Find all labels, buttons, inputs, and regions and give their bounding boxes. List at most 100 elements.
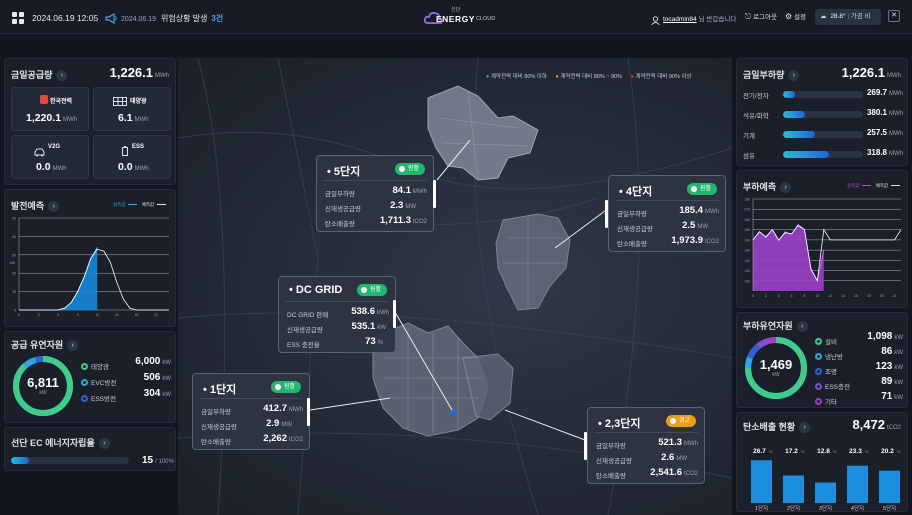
chevron-right-icon: › [56, 70, 68, 81]
self-rate-unit: / 100% [155, 459, 174, 465]
alert-date: 2024.06.19 [121, 16, 157, 23]
load-bar-fill [783, 91, 795, 98]
solar-panel-icon [113, 94, 127, 106]
list-item: 기타 71 kW [815, 391, 903, 406]
divider [594, 432, 698, 433]
x-tick-label: 18 [867, 294, 871, 298]
load-resources-panel: 부하유연자원 › 1,469 kW 설비 1,098 kW 냉난방 86 kW 조명 123… [736, 312, 908, 408]
carbon-bar [847, 465, 868, 503]
y-tick-label: 110 [744, 269, 750, 273]
weather-widget: ☁ 28.8° | 가끔 비 [815, 9, 881, 25]
row-value: 1,973.9 tCO2 [671, 235, 719, 246]
bar-value-label: 26.7 [753, 448, 766, 455]
resource-value-text: 89 [881, 376, 893, 387]
settings-button[interactable]: ⚙ 설정 [785, 11, 806, 21]
load-bar-fill [783, 111, 806, 118]
supply-card-ess[interactable]: ESS 0.0 MWh [93, 135, 171, 179]
bar-value-label: 20.2 [881, 448, 894, 455]
close-button[interactable]: ✕ [888, 10, 900, 22]
row-value-text: 2.9 [266, 418, 280, 429]
forecast-legend: 실측값 예측값 [113, 202, 167, 208]
site-name: • 4단지 [619, 186, 653, 198]
legend-label: 계약전력 대비 80% ~ 90% [560, 74, 623, 80]
row-label: 금일부하량 [617, 211, 647, 218]
row-label: 금일부하량 [325, 191, 355, 198]
map-legend: ● 계약전력 대비 80% 이하 ● 계약전력 대비 80% ~ 90% ● 계… [486, 72, 692, 80]
resource-value: 71 kW [881, 391, 903, 402]
legend-item: ● 계약전력 대비 90% 이상 [630, 74, 692, 80]
carbon-bar [783, 475, 804, 503]
x-tick-label: 12 [95, 313, 99, 317]
supply-title-wrap[interactable]: 금일공급량 › [11, 68, 68, 81]
load-resources-title-wrap[interactable]: 부하유연자원 › [743, 319, 808, 332]
self-rate-title-wrap[interactable]: 선단 EC 에너지자립율 › [11, 436, 110, 449]
row-value-text: 521.3 [658, 437, 682, 448]
row-label: ESS 충전율 [287, 342, 320, 349]
legend-label: 계약전력 대비 90% 이상 [635, 74, 692, 80]
row-label: 탄소배출량 [201, 439, 231, 446]
site-card-1[interactable]: • 1단지 원활 금일부하량 412.7 MWh 신재생공급량 2.9 MW 탄소배… [192, 373, 310, 450]
row-value: 185.4 MWh [679, 205, 719, 216]
row-unit: kW [377, 325, 386, 331]
x-tick-label: 3 [38, 313, 40, 317]
resource-unit: kW [162, 392, 171, 398]
site-card-4[interactable]: • 4단지 원활 금일부하량 185.4 MWh 신재생공급량 2.5 MW 탄소배… [608, 175, 726, 252]
x-tick-label: 15 [115, 313, 119, 317]
status-dot-icon [815, 368, 822, 375]
resource-value: 89 kW [881, 376, 903, 387]
supply-card-v2g[interactable]: V2G 0.0 MWh [11, 135, 89, 179]
logout-label: 로그아웃 [753, 14, 778, 21]
resource-value: 123 kW [876, 361, 903, 372]
load-label: 기계 [743, 133, 755, 140]
dc-grid-card[interactable]: • DC GRID 원활 DC GRID 판매 538.6 kWh 신재생공급량 … [278, 276, 396, 353]
supply-card-value: 6.1 MWh [118, 112, 149, 124]
resource-value: 304 kW [144, 388, 171, 399]
site-name-text: 4단지 [625, 186, 653, 198]
supply-title: 금일공급량 [11, 70, 53, 80]
status-dot-icon [81, 395, 88, 402]
bar-value-label: 23.3 [849, 448, 862, 455]
site-card-5[interactable]: • 5단지 원활 금일부하량 84.1 MWh 신재생공급량 2.3 MW 탄소배출… [316, 155, 434, 232]
supply-card-solar[interactable]: 태양광 6.1 MWh [93, 87, 171, 131]
y-tick-label: 40 [12, 235, 16, 239]
carbon-bar [879, 470, 900, 503]
site-name-text: 2,3단지 [604, 418, 641, 430]
bar-category-label: 1단지 [755, 504, 768, 512]
load-resources-list: 설비 1,098 kW 냉난방 86 kW 조명 123 kW ESS충전 89 kW 기타 71… [815, 331, 903, 406]
supply-card-unit: MWh [63, 117, 78, 123]
actual-area [19, 247, 98, 310]
self-rate-title: 선단 EC 에너지자립율 [11, 438, 95, 448]
list-item: 조명 123 kW [815, 361, 903, 376]
row-value-text: 185.4 [679, 205, 703, 216]
logout-button[interactable]: ⎋ 로그아웃 [745, 11, 777, 22]
resource-unit: kW [162, 360, 171, 366]
row-unit: MWh [684, 441, 698, 447]
gear-icon: ⚙ [785, 12, 793, 21]
load-title-wrap[interactable]: 금일부하량 › [743, 68, 800, 81]
list-item: 전기/전자 269.7 MWh [743, 87, 903, 107]
alert-text: 위험상황 발생 [161, 14, 208, 23]
supply-donut-total: 6,811 [27, 375, 59, 390]
resource-unit: kW [894, 395, 903, 401]
grid-menu-icon[interactable] [12, 11, 24, 24]
x-tick-label: 21 [154, 313, 158, 317]
user-name[interactable]: tocadmin84 [663, 16, 697, 23]
current-datetime: 2024.06.19 12:05 [32, 13, 99, 23]
supply-card-value-text: 0.0 [36, 161, 51, 173]
load-value: 380.1 MWh [867, 108, 903, 117]
site-marker-23 [584, 432, 587, 460]
list-item: 석유/화학 380.1 MWh [743, 107, 903, 127]
supply-resources-title-wrap[interactable]: 공급 유연자원 › [11, 338, 79, 351]
alert-banner[interactable]: 2024.06.19 위험상황 발생 3건 [121, 13, 223, 24]
site-name: • DC GRID [289, 284, 343, 296]
carbon-title-wrap[interactable]: 탄소배출 현황 › [743, 420, 811, 433]
x-tick-label: 9 [77, 313, 79, 317]
settings-label: 설정 [793, 14, 806, 21]
row-label: 탄소배출량 [325, 221, 355, 228]
supply-card-kepco[interactable]: 한국전력 1,220.1 MWh [11, 87, 89, 131]
site-card-23[interactable]: • 2,3단지 경고 금일부하량 521.3 MWh 신재생공급량 2.6 MW 탄… [587, 407, 705, 484]
supply-card-value-text: 6.1 [118, 112, 133, 124]
status-dot-icon [81, 363, 88, 370]
dashboard-root: { "header": { "datetime": "2024.06.19 12… [0, 0, 912, 515]
row-unit: kWh [377, 310, 389, 316]
